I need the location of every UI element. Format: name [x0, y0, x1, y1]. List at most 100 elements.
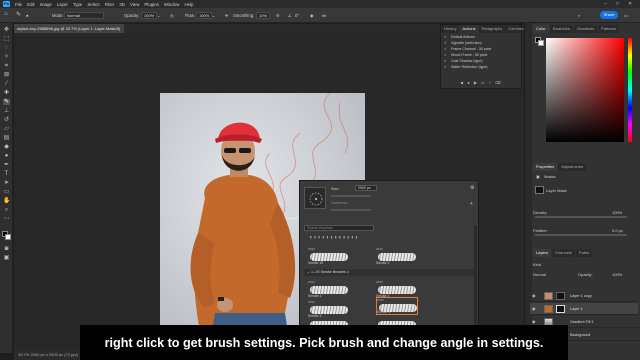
menu-view[interactable]: View — [130, 2, 139, 7]
brush-preset[interactable]: 2500 Smoke 19 — [308, 247, 350, 265]
tab-gradients[interactable]: Gradients — [573, 25, 598, 33]
chevron-down-icon[interactable]: ⌄ — [307, 270, 310, 274]
new-preset-icon[interactable]: + — [470, 201, 473, 207]
chevron-down-icon[interactable]: ⌄ — [212, 13, 216, 18]
history-brush-icon[interactable]: ↺ — [3, 117, 10, 123]
tab-layers[interactable]: Layers — [533, 249, 552, 257]
background-color-chip[interactable] — [538, 40, 544, 46]
type-tool-icon[interactable]: T — [3, 171, 10, 177]
dodge-tool-icon[interactable]: ● — [3, 153, 10, 159]
density-value[interactable]: 100% — [612, 210, 622, 215]
airbrush-icon[interactable]: ✣ — [225, 13, 229, 18]
check-icon[interactable]: ✓ — [444, 53, 451, 58]
hue-slider[interactable] — [628, 38, 632, 142]
layer-mask-thumbnail[interactable] — [556, 305, 565, 313]
brush-size-preset[interactable]: ● — [26, 13, 29, 18]
workspace-icon[interactable]: ▭ — [624, 13, 628, 18]
brush-size-field[interactable]: 2500 px — [355, 185, 377, 191]
angle-value[interactable]: 0° — [295, 13, 299, 18]
home-icon[interactable]: ⌂ — [4, 11, 8, 17]
trash-icon[interactable]: ⌫ — [495, 80, 505, 85]
menu-help[interactable]: Help — [184, 2, 193, 7]
layer-row[interactable]: ◉ Layer 1 copy — [530, 290, 638, 302]
layer-blend-mode[interactable]: Normal — [533, 272, 546, 277]
layer-row-selected[interactable]: ◉ Layer 1 — [530, 303, 638, 315]
tab-adjustments[interactable]: Adjustments — [558, 163, 587, 171]
brush-size-slider[interactable] — [331, 195, 371, 197]
menu-image[interactable]: Image — [40, 2, 52, 7]
more-tools-icon[interactable]: ⋯ — [3, 216, 10, 222]
background-color-swatch[interactable] — [5, 234, 11, 240]
eye-icon[interactable]: ◉ — [532, 303, 536, 315]
close-icon[interactable]: ✕ — [628, 1, 632, 7]
blur-tool-icon[interactable]: ◆ — [3, 144, 10, 150]
brush-hardness-slider[interactable] — [331, 209, 371, 211]
marquee-tool-icon[interactable]: ⬚ — [3, 36, 10, 42]
healing-tool-icon[interactable]: ✚ — [3, 90, 10, 96]
brush-preset-selected[interactable]: 2500 Smoke 4 — [376, 297, 418, 315]
tab-properties[interactable]: Properties — [533, 163, 558, 171]
hand-tool-icon[interactable]: ✋ — [3, 198, 10, 204]
brush-preset[interactable]: 2500 Smoke 2 — [376, 247, 418, 265]
tab-channels[interactable]: Channels — [552, 249, 575, 257]
action-row[interactable]: ✓ Water Reflection (type) — [444, 65, 488, 70]
frame-tool-icon[interactable]: ⊠ — [3, 72, 10, 78]
brush-preset[interactable]: 2500 Smoke 1 — [308, 280, 350, 298]
tab-history[interactable]: History — [441, 25, 459, 33]
pressure-size-icon[interactable]: ◉ — [310, 13, 314, 18]
mode-select[interactable]: Normal — [64, 12, 104, 19]
action-row[interactable]: ✓ Vignette (selection) — [444, 41, 482, 46]
layer-mask-thumbnail[interactable] — [556, 292, 565, 300]
check-icon[interactable]: ✓ — [444, 59, 451, 64]
shape-tool-icon[interactable]: ▭ — [3, 189, 10, 195]
check-icon[interactable]: ✓ — [444, 47, 451, 52]
opacity-field[interactable]: 100% — [141, 12, 157, 19]
move-tool-icon[interactable]: ✥ — [3, 27, 10, 33]
brush-tool-icon[interactable]: ✎ — [3, 99, 10, 105]
brush-preset[interactable]: 2500 Smoke 3 — [308, 300, 350, 318]
chevron-down-icon[interactable]: ⌄ — [157, 13, 161, 18]
menu-type[interactable]: Type — [73, 2, 83, 7]
brush-list-scrollbar[interactable] — [474, 225, 477, 325]
smoothing-field[interactable]: 10% — [256, 12, 270, 19]
flow-field[interactable]: 100% — [196, 12, 212, 19]
menu-3d[interactable]: 3D — [119, 2, 125, 7]
brush-preset[interactable]: 2500 Smoke 2 — [376, 280, 418, 298]
new-set-icon[interactable]: ▭ — [481, 80, 489, 85]
zoom-tool-icon[interactable]: ⌕ — [3, 207, 10, 213]
maximize-icon[interactable]: □ — [616, 1, 619, 7]
eyedropper-tool-icon[interactable]: ⁄ — [3, 81, 10, 87]
action-row[interactable]: ✓ Cast Shadow (type) — [444, 59, 483, 64]
eye-icon[interactable]: ◉ — [532, 290, 536, 302]
recent-brushes-strip[interactable]: ▮▮▮▮▮▮▮▮▮▮▮▮ — [310, 235, 470, 241]
quick-select-tool-icon[interactable]: ✧ — [3, 54, 10, 60]
tab-swatches[interactable]: Swatches — [549, 25, 573, 33]
layer-mask-thumbnail[interactable] — [535, 186, 544, 194]
menu-file[interactable]: File — [15, 2, 22, 7]
tab-paths[interactable]: Paths — [575, 249, 593, 257]
document-tab[interactable]: stylish-boy-2988696.jpg @ 33.7% (Layer 1… — [14, 24, 124, 33]
path-select-icon[interactable]: ➤ — [3, 180, 10, 186]
menu-filter[interactable]: Filter — [105, 2, 115, 7]
menu-layer[interactable]: Layer — [57, 2, 68, 7]
symmetry-icon[interactable]: ⋈ — [322, 13, 326, 18]
feather-slider[interactable] — [535, 234, 627, 236]
menu-select[interactable]: Select — [87, 2, 99, 7]
action-row[interactable]: ✓ Frame Channel - 50 pixel — [444, 47, 491, 52]
check-icon[interactable]: ✓ — [444, 65, 451, 70]
smoothing-settings-icon[interactable]: ⚙ — [276, 13, 280, 18]
brush-search-input[interactable]: Search Brushes — [304, 225, 374, 231]
tab-patterns[interactable]: Patterns — [598, 25, 620, 33]
stamp-tool-icon[interactable]: ⊥ — [3, 108, 10, 114]
eraser-tool-icon[interactable]: ▱ — [3, 126, 10, 132]
action-row[interactable]: ✓ Wood Frame - 50 pixel — [444, 53, 487, 58]
tab-actions[interactable]: Actions — [459, 25, 479, 33]
check-icon[interactable]: ✓ — [444, 35, 451, 40]
menu-edit[interactable]: Edit — [27, 2, 35, 7]
pen-tool-icon[interactable]: ✒ — [3, 162, 10, 168]
lasso-tool-icon[interactable]: ◌ — [3, 45, 10, 51]
crop-tool-icon[interactable]: ⌗ — [3, 63, 10, 69]
play-icon[interactable]: ▶ — [474, 80, 481, 85]
feather-value[interactable]: 0.0 px — [612, 228, 623, 233]
quick-mask-icon[interactable]: ◙ — [3, 246, 10, 252]
